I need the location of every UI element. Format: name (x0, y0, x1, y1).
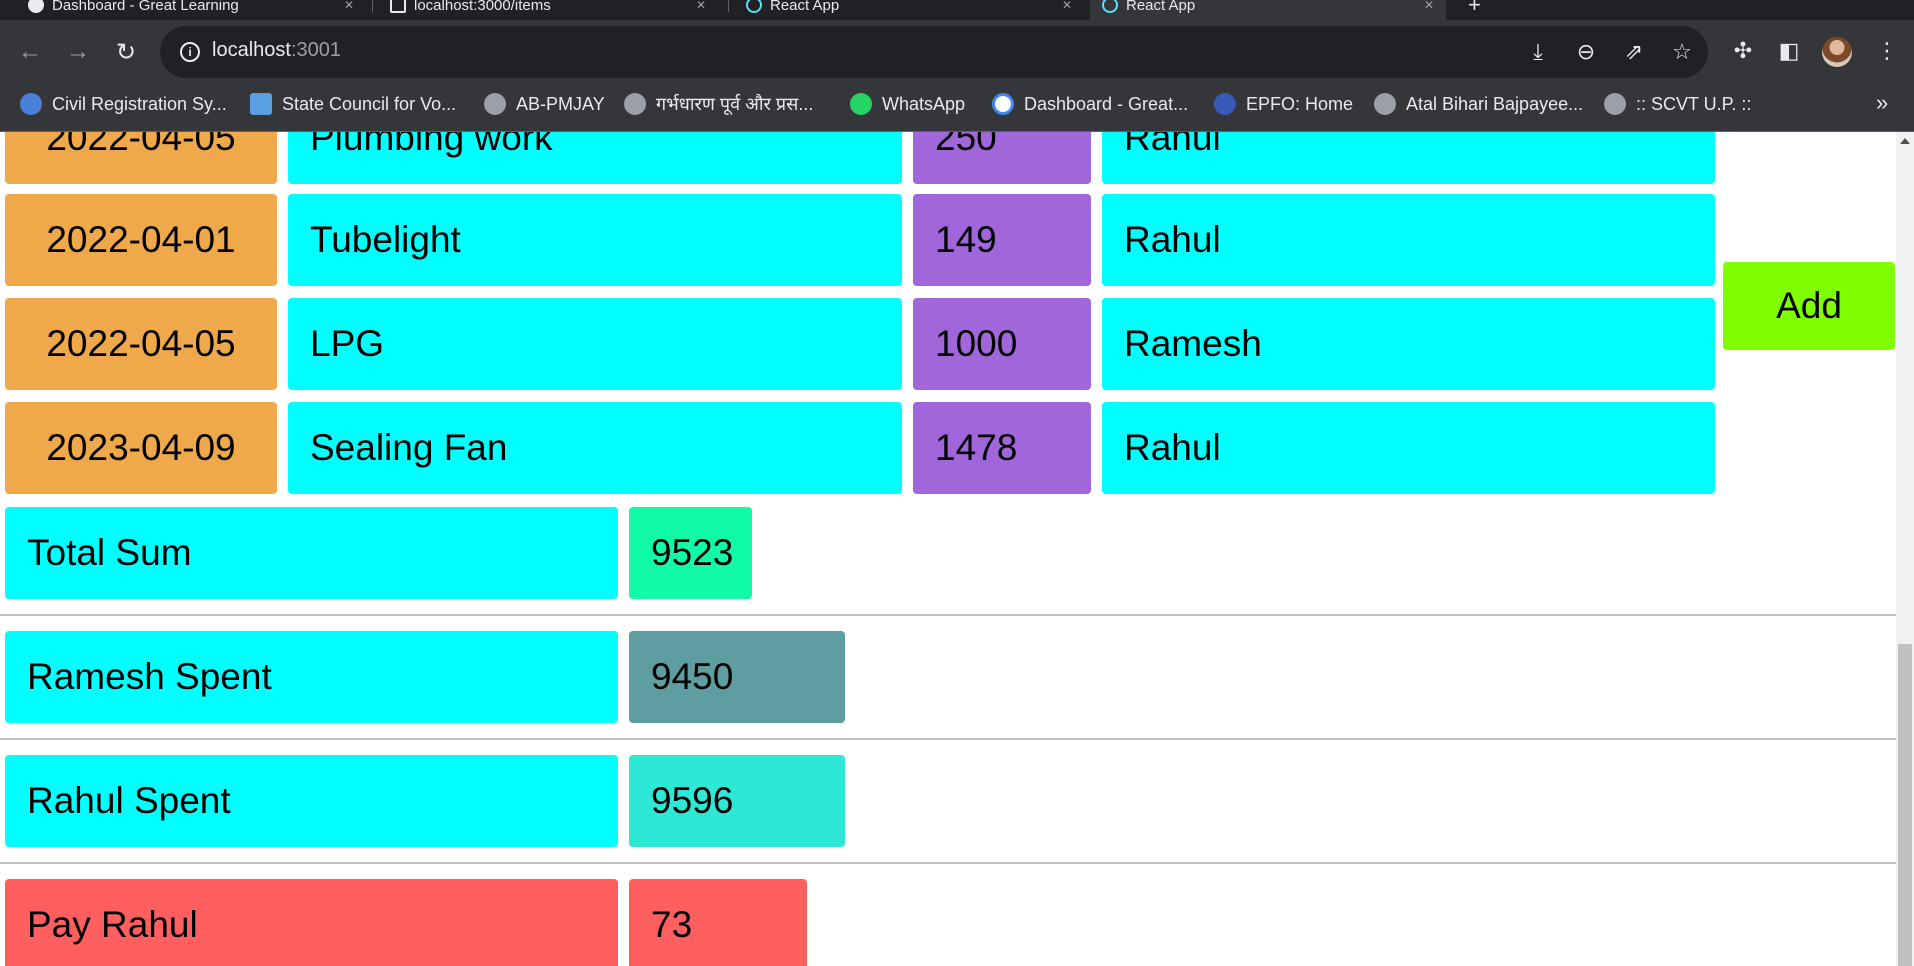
expense-person: Ramesh (1102, 298, 1715, 390)
extensions-icon[interactable]: ✣ (1728, 36, 1758, 66)
expense-amount: 149 (913, 194, 1091, 286)
globe-icon (484, 93, 506, 115)
pay-rahul-value: 73 (629, 879, 807, 966)
bookmark-item[interactable]: AB-PMJAY (484, 84, 605, 124)
tab-items[interactable]: localhost:3000/items ✕ (378, 0, 718, 20)
globe-icon (624, 93, 646, 115)
total-sum-value: 9523 (629, 507, 752, 599)
bookmarks-overflow-chevron-icon[interactable]: » (1876, 90, 1888, 116)
profile-avatar[interactable] (1822, 37, 1852, 67)
total-sum-label: Total Sum (5, 507, 618, 599)
bookmark-label: AB-PMJAY (516, 93, 605, 114)
bookmark-label: WhatsApp (882, 93, 966, 114)
bookmark-item[interactable]: EPFO: Home (1214, 84, 1353, 124)
bookmark-item[interactable]: Civil Registration Sy... (20, 84, 227, 124)
globe-blue-icon (20, 93, 42, 115)
browser-toolbar: ← → ↻ i localhost:3001 ⤓ ⊖ ⇗ ☆ ✣ ◧ ⋮ (0, 20, 1914, 84)
pay-rahul-label: Pay Rahul (5, 879, 618, 966)
tab-strip: Dashboard - Great Learning ✕ localhost:3… (0, 0, 1914, 20)
zoom-icon[interactable]: ⊖ (1572, 38, 1600, 66)
vertical-scrollbar[interactable] (1896, 132, 1914, 966)
forward-arrow-icon[interactable]: → (60, 34, 96, 70)
bookmark-item[interactable]: Atal Bihari Bajpayee... (1374, 84, 1583, 124)
menu-kebab-icon[interactable]: ⋮ (1872, 36, 1902, 66)
bookmark-label: Atal Bihari Bajpayee... (1406, 93, 1584, 114)
add-button[interactable]: Add (1723, 262, 1895, 350)
new-tab-label: + (1468, 0, 1481, 17)
rahul-spent-label: Rahul Spent (5, 755, 618, 847)
back-arrow-icon[interactable]: ← (12, 34, 48, 70)
close-icon[interactable]: ✕ (1424, 0, 1434, 12)
google-icon (992, 93, 1014, 115)
bookmark-star-icon[interactable]: ☆ (1668, 38, 1696, 66)
expense-amount: 1478 (913, 402, 1091, 494)
react-favicon-icon (746, 0, 762, 13)
close-icon[interactable]: ✕ (1062, 0, 1072, 12)
expense-person: Rahul (1102, 194, 1715, 286)
share-icon[interactable]: ⇗ (1620, 38, 1648, 66)
expense-date: 2022-04-05 (5, 132, 277, 184)
close-icon[interactable]: ✕ (696, 0, 706, 12)
tab-title: React App (1126, 0, 1196, 14)
reload-icon[interactable]: ↻ (108, 34, 144, 70)
divider (0, 862, 1896, 864)
divider (0, 738, 1896, 740)
tab-react-app-active[interactable]: React App ✕ (1090, 0, 1446, 20)
page-content: 2022-04-05 Plumbing work 250 Rahul 2022-… (0, 132, 1896, 966)
close-icon[interactable]: ✕ (344, 0, 354, 12)
expense-description: Plumbing work (288, 132, 902, 184)
expense-date: 2022-04-01 (5, 194, 277, 286)
expense-person: Rahul (1102, 132, 1715, 184)
side-panel-icon[interactable]: ◧ (1774, 36, 1804, 66)
bookmark-label: :: SCVT U.P. :: (1636, 93, 1752, 114)
rahul-spent-value: 9596 (629, 755, 845, 847)
globe-icon (1604, 93, 1626, 115)
bookmark-item[interactable]: गर्भधारण पूर्व और प्रस... (624, 84, 813, 124)
url-port: :3001 (290, 39, 341, 61)
tab-dashboard[interactable]: Dashboard - Great Learning ✕ (16, 0, 366, 20)
bookmark-item[interactable]: WhatsApp (850, 84, 965, 124)
react-favicon-icon (1102, 0, 1118, 13)
tab-title: Dashboard - Great Learning (52, 0, 239, 14)
bookmark-item[interactable]: State Council for Vo... (250, 84, 456, 124)
bookmark-label: Civil Registration Sy... (52, 93, 227, 114)
url-text[interactable]: localhost:3001 (212, 39, 341, 62)
ramesh-spent-value: 9450 (629, 631, 845, 723)
scroll-up-arrow-icon[interactable] (1900, 138, 1910, 144)
scrollbar-thumb[interactable] (1898, 644, 1912, 966)
whatsapp-icon (850, 93, 872, 115)
ramesh-spent-label: Ramesh Spent (5, 631, 618, 723)
bookmark-item[interactable]: :: SCVT U.P. :: (1604, 84, 1751, 124)
bookmark-label: EPFO: Home (1246, 93, 1354, 114)
bookmark-label: गर्भधारण पूर्व और प्रस... (656, 94, 814, 114)
globe-icon (1374, 93, 1396, 115)
site-info-icon[interactable]: i (180, 42, 200, 62)
expense-description: Sealing Fan (288, 402, 902, 494)
new-tab-button[interactable]: + (1456, 0, 1496, 20)
divider (0, 614, 1896, 616)
bookmark-label: Dashboard - Great... (1024, 93, 1189, 114)
tab-react-app[interactable]: React App ✕ (734, 0, 1084, 20)
tab-title: localhost:3000/items (414, 0, 551, 14)
epfo-icon (1214, 93, 1236, 115)
bookmark-label: State Council for Vo... (282, 93, 457, 114)
tab-title: React App (770, 0, 840, 14)
url-host: localhost (212, 39, 291, 61)
expense-description: LPG (288, 298, 902, 390)
install-app-icon[interactable]: ⤓ (1524, 38, 1552, 66)
bookmark-item[interactable]: Dashboard - Great... (992, 84, 1188, 124)
expense-date: 2023-04-09 (5, 402, 277, 494)
great-learning-favicon-icon (28, 0, 44, 13)
expense-description: Tubelight (288, 194, 902, 286)
expense-date: 2022-04-05 (5, 298, 277, 390)
bookmarks-bar: Civil Registration Sy... State Council f… (0, 84, 1914, 132)
page-favicon-icon (390, 0, 406, 13)
expense-person: Rahul (1102, 402, 1715, 494)
expense-amount: 1000 (913, 298, 1091, 390)
council-icon (250, 93, 272, 115)
expense-amount: 250 (913, 132, 1091, 184)
address-bar[interactable]: i localhost:3001 ⤓ ⊖ ⇗ ☆ (160, 26, 1708, 78)
